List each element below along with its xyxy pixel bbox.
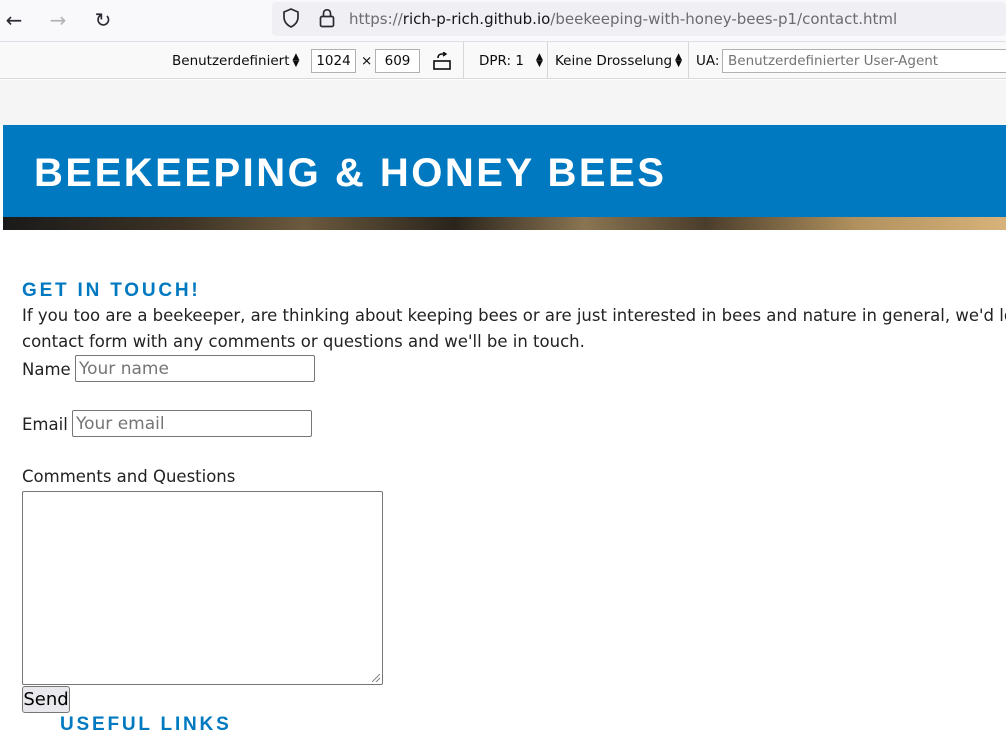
responsive-design-toolbar: Benutzerdefiniert ▲ ▼ 1024 × 609 DPR: 1 ▲… [0,42,1006,79]
email-label: Email [22,415,68,434]
comments-label: Comments and Questions [22,467,236,486]
site-title[interactable]: BEEKEEPING & HONEY BEES [34,151,666,196]
dimension-separator: × [361,52,373,69]
url-text[interactable]: https://rich-p-rich.github.io/beekeeping… [349,10,897,28]
intro-line: If you too are a beekeeper, are thinking… [22,306,1006,325]
ua-label: UA: [696,52,720,69]
device-selector[interactable]: Benutzerdefiniert ▲ ▼ [172,42,299,79]
resize-grip-icon[interactable] [372,674,380,682]
contact-heading: GET IN TOUCH! [22,280,201,301]
rotate-icon [433,51,451,70]
back-arrow-icon[interactable]: ← [0,6,28,34]
email-input[interactable]: Your email [72,410,312,437]
url-scheme: https:// [349,10,403,28]
updown-arrows-icon: ▲ ▼ [292,51,300,69]
reload-icon[interactable]: ↻ [89,6,117,34]
dpr-selector[interactable]: DPR: 1 ▲ ▼ [479,42,543,79]
toolbar-divider [463,42,464,79]
page-viewport: BEEKEEPING & HONEY BEES GET IN TOUCH! If… [3,125,1006,745]
viewport-margin [0,80,1006,125]
updown-arrows-icon: ▲ ▼ [535,51,543,69]
site-header: BEEKEEPING & HONEY BEES [3,125,1006,217]
toolbar-divider [547,42,548,79]
toolbar-divider [688,42,689,79]
forward-arrow-icon[interactable]: → [44,6,72,34]
intro-line: contact form with any comments or questi… [22,332,585,351]
send-button[interactable]: Send [22,686,70,713]
viewport-height-input[interactable]: 609 [375,49,420,73]
contact-intro: If you too are a beekeeper, are thinking… [22,303,1006,355]
name-label: Name [22,360,71,379]
viewport-width-input[interactable]: 1024 [311,49,356,73]
url-host: rich-p-rich.github.io [402,10,551,28]
url-path: /beekeeping-with-honey-bees-p1/contact.h… [550,10,898,28]
browser-url-bar: ← → ↻ https://rich-p-rich.github.io/beek… [0,0,1006,42]
rotate-viewport-button[interactable] [432,42,452,79]
throttling-label: Keine Drosselung [555,52,673,69]
device-selector-label: Benutzerdefiniert [172,52,290,69]
useful-links-heading: USEFUL LINKS [60,714,232,735]
user-agent-input[interactable]: Benutzerdefinierter User-Agent [722,49,1006,73]
lock-icon[interactable] [318,8,336,28]
hero-image [3,217,1006,230]
comments-textarea[interactable] [22,491,383,685]
name-input[interactable]: Your name [75,355,315,382]
address-bar[interactable]: https://rich-p-rich.github.io/beekeeping… [272,2,1006,36]
dpr-label: DPR: 1 [479,52,524,69]
updown-arrows-icon: ▲ ▼ [675,51,683,69]
throttling-selector[interactable]: Keine Drosselung ▲ ▼ [555,42,682,79]
tracking-protection-shield-icon[interactable] [282,8,300,28]
